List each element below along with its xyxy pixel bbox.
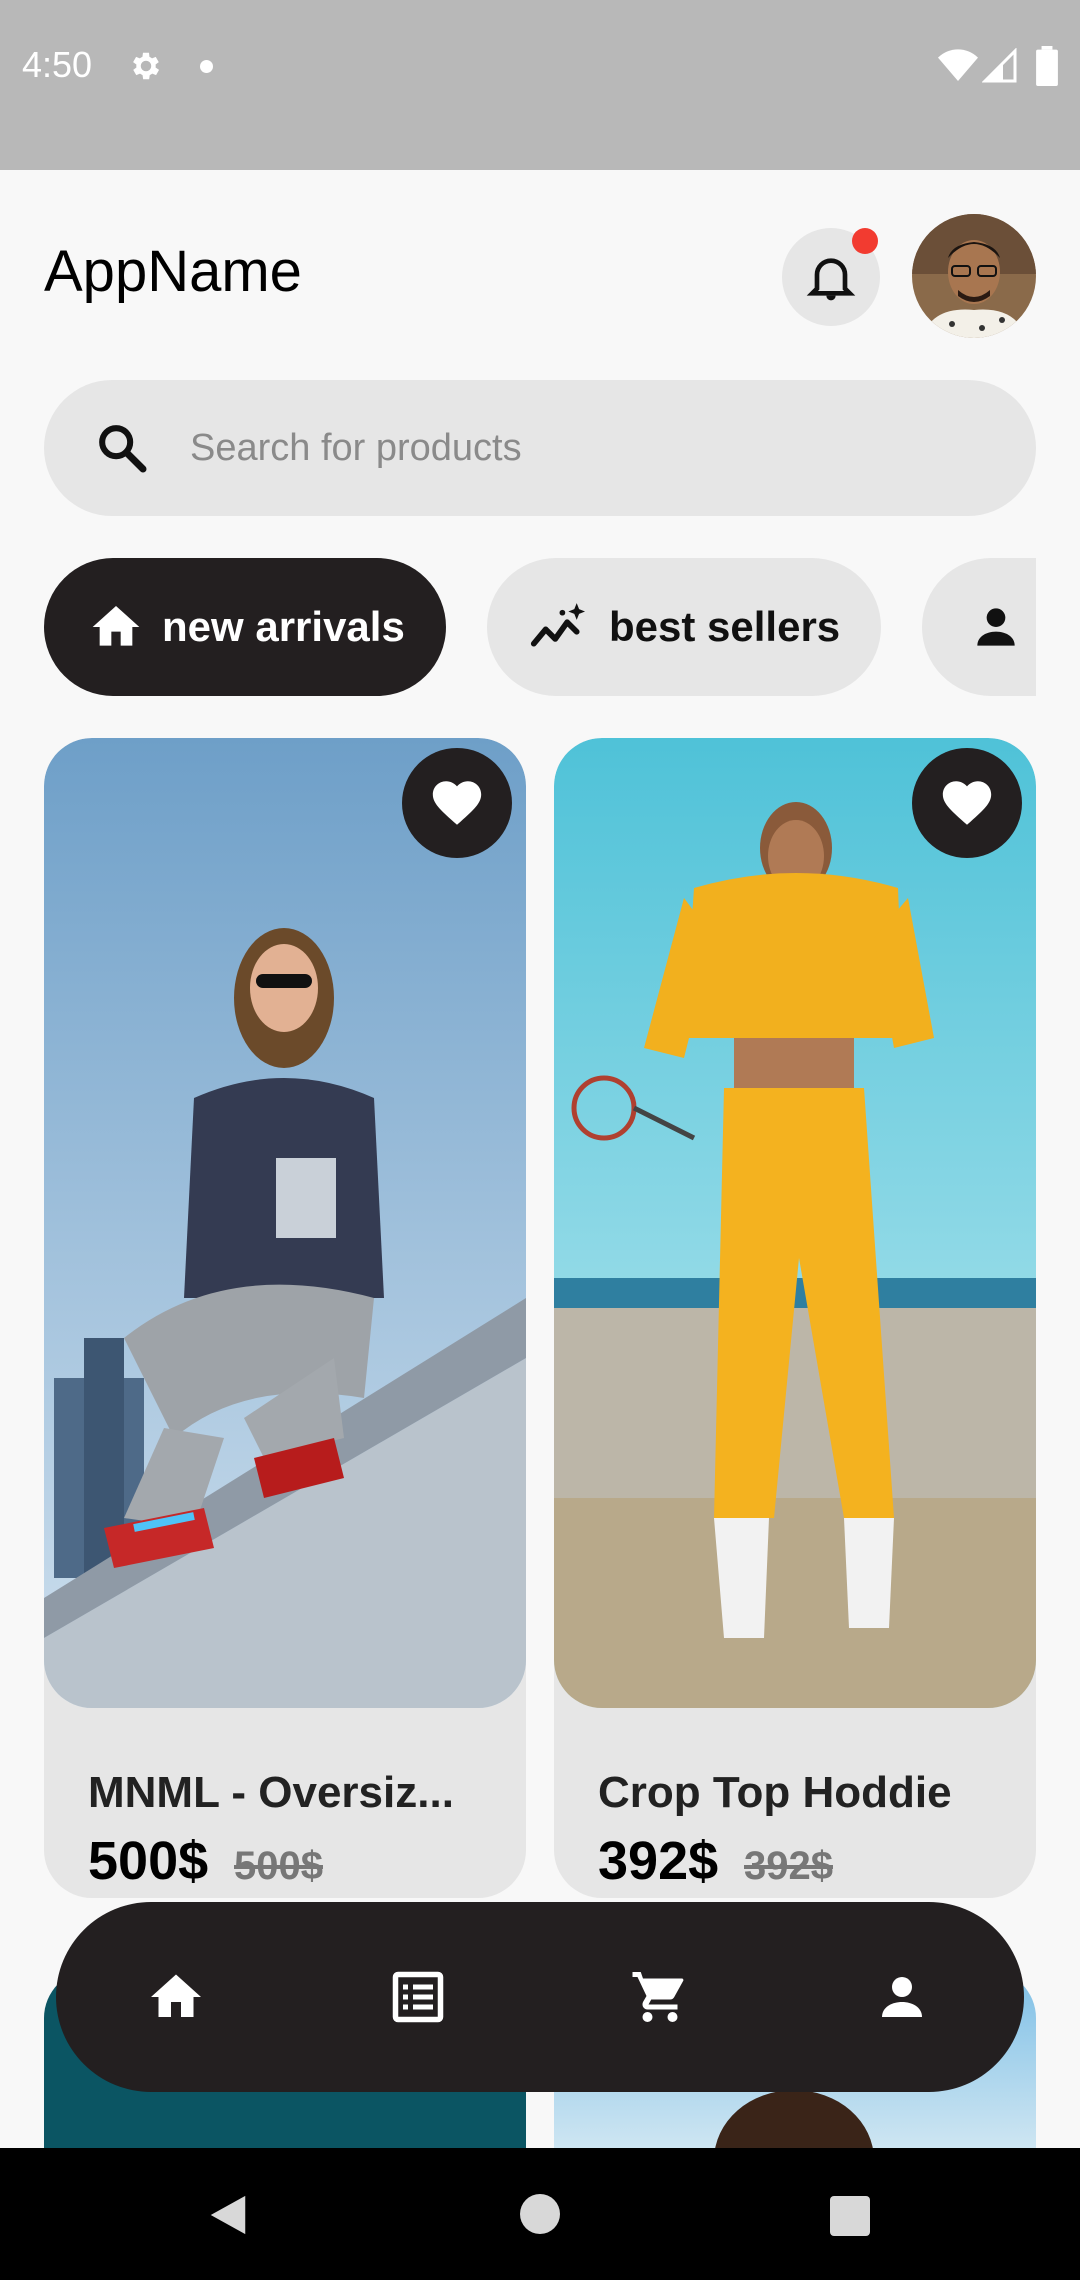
person-icon bbox=[882, 1977, 922, 2017]
nav-profile[interactable] bbox=[822, 1902, 982, 2092]
chip-label: new arrivals bbox=[162, 603, 405, 650]
product-card[interactable]: MNML - Oversiz... 500$ 500$ bbox=[44, 738, 526, 1898]
heart-icon bbox=[942, 781, 992, 825]
product-name: Crop Top Hoddie bbox=[598, 1768, 952, 1817]
product-name: MNML - Oversiz... bbox=[88, 1768, 454, 1817]
nav-orders[interactable] bbox=[338, 1902, 498, 2092]
home-button[interactable] bbox=[520, 2194, 560, 2234]
product-price: 500$ bbox=[88, 1831, 209, 1891]
recents-button[interactable] bbox=[830, 2196, 870, 2236]
product-old-price: 500$ bbox=[234, 1844, 323, 1888]
chip-profile[interactable] bbox=[922, 558, 1036, 696]
nav-cart[interactable] bbox=[580, 1902, 740, 2092]
heart-icon bbox=[432, 781, 482, 825]
battery-icon bbox=[1036, 46, 1058, 86]
favorite-button[interactable] bbox=[912, 748, 1022, 858]
search-input[interactable] bbox=[190, 420, 990, 476]
notification-dot-icon bbox=[200, 60, 213, 73]
product-price: 392$ bbox=[598, 1831, 719, 1891]
home-icon bbox=[151, 1974, 201, 2017]
wifi-icon bbox=[938, 49, 978, 81]
product-card[interactable]: Crop Top Hoddie 392$ 392$ bbox=[554, 738, 1036, 1898]
category-chips: new arrivals best sellers bbox=[44, 558, 1036, 696]
gear-icon bbox=[133, 52, 160, 80]
search-icon bbox=[99, 425, 147, 473]
cart-icon bbox=[632, 1972, 684, 2022]
nav-home[interactable] bbox=[96, 1902, 256, 2092]
person-icon bbox=[977, 608, 1015, 646]
product-photo bbox=[554, 738, 1036, 1708]
chip-label: best sellers bbox=[609, 603, 841, 650]
bottom-navigation bbox=[56, 1902, 1024, 2092]
bell-icon bbox=[806, 258, 856, 301]
favorite-button[interactable] bbox=[402, 748, 512, 858]
chip-best-sellers[interactable]: best sellers bbox=[487, 558, 881, 696]
product-old-price: 392$ bbox=[744, 1844, 833, 1888]
product-image[interactable] bbox=[554, 738, 1036, 1708]
status-time: 4:50 bbox=[22, 44, 93, 85]
home-icon bbox=[92, 606, 140, 646]
list-icon bbox=[392, 1971, 444, 2023]
signal-icon bbox=[982, 48, 1017, 83]
back-icon[interactable] bbox=[206, 2192, 250, 2238]
avatar[interactable] bbox=[912, 214, 1036, 338]
notification-badge bbox=[852, 228, 878, 254]
status-bar: 4:50 bbox=[0, 0, 1080, 170]
product-image[interactable] bbox=[44, 738, 526, 1708]
trending-icon bbox=[530, 603, 586, 647]
chip-new-arrivals[interactable]: new arrivals bbox=[44, 558, 446, 696]
product-photo bbox=[44, 738, 526, 1708]
avatar-image bbox=[912, 214, 1036, 338]
app-title: AppName bbox=[44, 239, 302, 304]
